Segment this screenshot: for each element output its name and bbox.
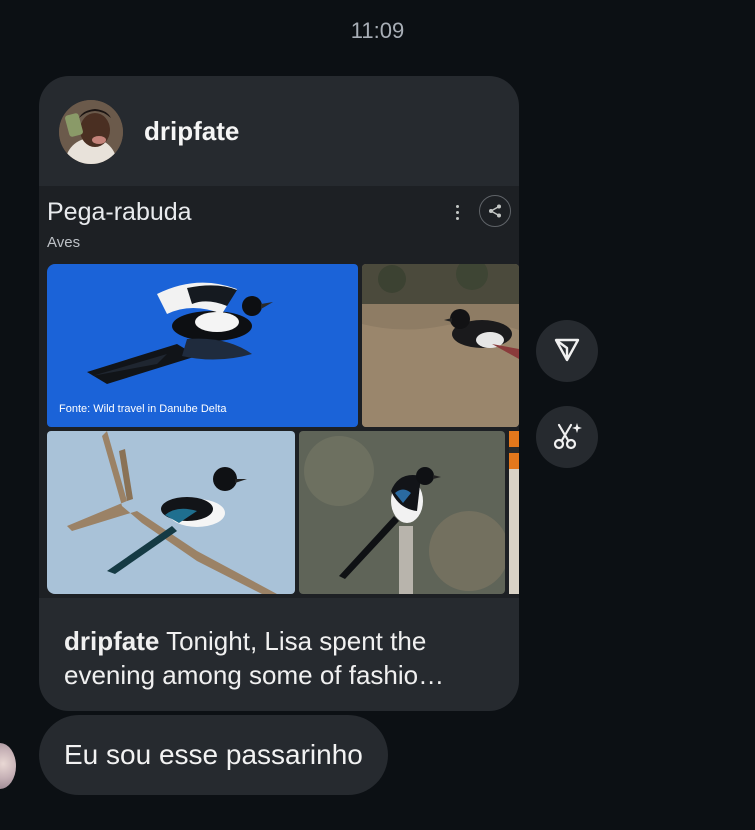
result-subtitle: Aves: [47, 234, 81, 251]
share-post-button[interactable]: [536, 320, 598, 382]
photo-credit: Fonte: Wild travel in Danube Delta: [59, 403, 227, 415]
message-timestamp: 11:09: [350, 18, 405, 43]
post-author-username[interactable]: dripfate: [144, 116, 239, 147]
share-icon[interactable]: [479, 195, 511, 227]
partial-image[interactable]: [509, 431, 519, 594]
shared-post-card[interactable]: dripfate Pega-rabuda Aves Fonte: Wild tr…: [39, 76, 519, 711]
post-header[interactable]: dripfate: [39, 76, 519, 186]
shared-search-result[interactable]: Pega-rabuda Aves Fonte: Wild travel in D…: [39, 186, 519, 598]
scissors-sparkle-icon: [551, 419, 583, 456]
sender-avatar[interactable]: [0, 743, 16, 789]
dm-thread: 11:09 dripfate Pega-rabuda Aves Fonte: W…: [0, 0, 755, 830]
post-caption[interactable]: dripfate Tonight, Lisa spent the evening…: [64, 624, 504, 692]
magpie-flying-blue-sky-image[interactable]: Fonte: Wild travel in Danube Delta: [47, 264, 358, 427]
paper-plane-icon: [552, 334, 582, 369]
post-author-avatar[interactable]: [59, 100, 123, 164]
caption-username: dripfate: [64, 626, 160, 656]
magpie-on-post-image[interactable]: [299, 431, 505, 594]
message-text: Eu sou esse passarinho: [64, 739, 363, 770]
magpie-on-grass-image[interactable]: [362, 264, 519, 427]
message-bubble[interactable]: Eu sou esse passarinho: [39, 715, 388, 795]
more-options-icon[interactable]: [447, 200, 467, 224]
result-title: Pega-rabuda: [47, 198, 192, 226]
ai-cutout-button[interactable]: [536, 406, 598, 468]
magpie-on-branch-image[interactable]: [47, 431, 295, 594]
